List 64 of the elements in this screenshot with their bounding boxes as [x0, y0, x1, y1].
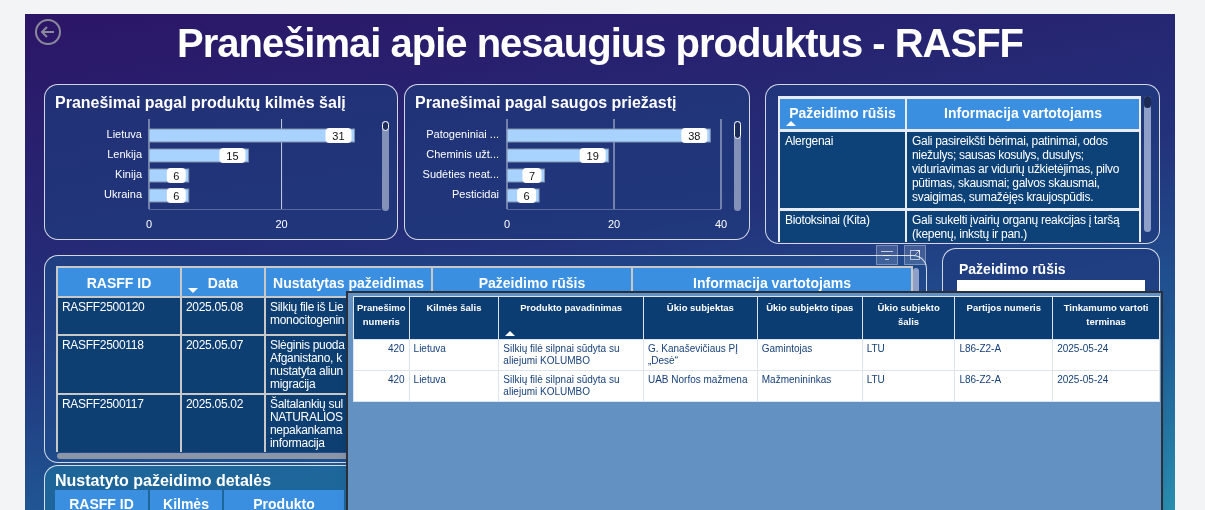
table-cell: Lietuva	[409, 371, 499, 401]
focus-mode-icon[interactable]	[904, 245, 926, 265]
axis-tick-label: 20	[607, 218, 621, 230]
table-cell: L86-Z2-A	[955, 371, 1053, 401]
data-label: 6	[173, 189, 180, 202]
data-label: 31	[332, 129, 345, 142]
table-cell: L86-Z2-A	[955, 340, 1053, 370]
scrollbar[interactable]	[1144, 96, 1151, 232]
category-label: Lenkija	[107, 148, 142, 160]
table-cell: 2025-05-24	[1053, 340, 1159, 370]
scrollbar[interactable]	[382, 121, 389, 211]
table-cell: LTU	[862, 371, 955, 401]
slicer-title: Pažeidimo rūšis	[959, 260, 1066, 279]
table-cell: 2025.05.02	[182, 395, 264, 452]
table-cell: LTU	[862, 340, 955, 370]
table-cell: RASFF2500118	[58, 336, 180, 393]
table-cell: Mažmenininkas	[757, 371, 862, 401]
chart-title: Pranešimai pagal produktų kilmės šalį	[55, 93, 346, 113]
table-cell: Gali pasireikšti bėrimai, patinimai, odos niežulys; sausas kosulys, dusulys; viduriavimas ar vidurių užkietėjimas, pilvo pūtimas, skausmai; galvos skausmai, svaigimas, sumažėjęs kraujospūdis.	[907, 132, 1139, 208]
column-header[interactable]: Produkto	[224, 490, 344, 510]
table-cell: G. Kanaševičiaus PĮ „Desė“	[643, 340, 757, 370]
axis-tick-label: 0	[503, 218, 511, 230]
filter-icon[interactable]	[876, 245, 898, 265]
category-label: Patogeniniai ...	[426, 128, 499, 140]
data-label: 6	[173, 169, 180, 182]
table-cell: RASFF2500120	[58, 298, 180, 334]
table-cell: Biotoksinai (Kita)	[780, 211, 905, 242]
table-cell: 420	[354, 340, 409, 370]
category-label: Lietuva	[106, 128, 142, 140]
category-label: Ukraina	[104, 188, 142, 200]
dashboard-title: Pranešimai apie nesaugius produktus - RASFF	[175, 20, 1025, 67]
category-label: Kinija	[115, 168, 142, 180]
column-header[interactable]: Kilmės	[150, 490, 222, 510]
table-cell: Alergenai	[780, 132, 905, 208]
axis-tick-label: 40	[714, 218, 728, 230]
table-cell: UAB Norfos mažmena	[643, 371, 757, 401]
sort-descending-icon[interactable]	[188, 288, 198, 293]
table-cell: 2025.05.08	[182, 298, 264, 334]
data-label: 19	[586, 149, 599, 162]
category-label: Cheminis užt...	[426, 148, 499, 160]
table-cell: Silkių filė silpnai sūdyta su aliejumi KOLUMBO	[499, 340, 643, 370]
table-cell: Lietuva	[409, 340, 499, 370]
data-label: 7	[528, 169, 535, 182]
bar[interactable]	[148, 128, 355, 143]
table-cell: 2025-05-24	[1053, 371, 1159, 401]
table-cell: 420	[354, 371, 409, 401]
bar[interactable]	[506, 128, 711, 143]
data-label: 6	[523, 189, 530, 202]
data-label: 15	[226, 149, 239, 162]
table-cell: Gali sukelti įvairių organų reakcijas į taršą (kepenų, inkstų ir pan.)	[907, 211, 1139, 242]
axis-tick-label: 0	[145, 218, 153, 230]
table-cell: Gamintojas	[757, 340, 862, 370]
table-cell: Silkių filė silpnai sūdyta su aliejumi KOLUMBO	[499, 371, 643, 401]
category-label: Pesticidai	[451, 188, 499, 200]
scrollbar[interactable]	[734, 121, 741, 211]
table-cell: RASFF2500117	[58, 395, 180, 452]
axis-tick-label: 20	[275, 218, 288, 230]
category-label: Sudėties neat...	[422, 168, 499, 180]
chart-title: Pranešimai pagal saugos priežastį	[415, 93, 677, 113]
sort-ascending-icon[interactable]	[505, 331, 516, 336]
column-header[interactable]: RASFF ID	[55, 490, 148, 510]
section-title: Nustatyto pažeidimo detalės	[55, 471, 272, 491]
data-label: 38	[688, 129, 701, 142]
table-cell: 2025.05.07	[182, 336, 264, 393]
